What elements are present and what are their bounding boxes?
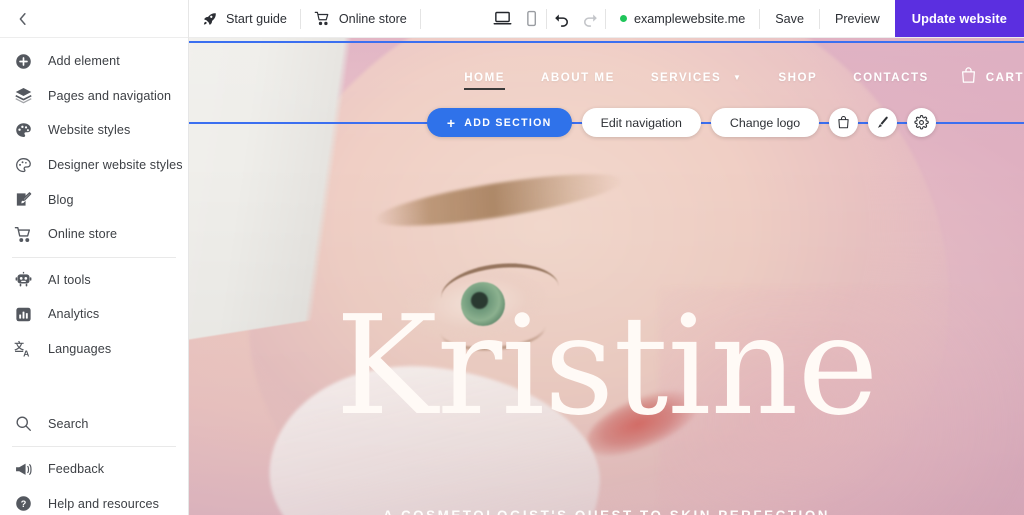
add-section-button[interactable]: + ADD SECTION: [426, 108, 572, 137]
chevron-down-icon: ▼: [732, 72, 743, 82]
edit-square-icon: [13, 189, 34, 210]
website-navigation: HOME ABOUT ME SERVICES ▼ SHOP CONTACTS C…: [189, 38, 1024, 116]
shopping-bag-icon: [959, 66, 978, 88]
start-guide-button[interactable]: Start guide: [189, 0, 300, 37]
domain-label: examplewebsite.me: [633, 11, 746, 26]
sidebar-item-designer-website-styles[interactable]: Designer website styles: [0, 148, 188, 183]
shopping-bag-icon: [836, 115, 851, 130]
sidebar-item-label: Pages and navigation: [48, 88, 172, 103]
nav-link-label: HOME: [464, 70, 505, 84]
plus-circle-icon: [13, 51, 34, 72]
cart-settings-button[interactable]: [829, 108, 859, 137]
edit-navigation-button[interactable]: Edit navigation: [581, 108, 701, 137]
nav-link-shop[interactable]: SHOP: [760, 65, 835, 90]
nav-link-label: SHOP: [778, 70, 818, 84]
redo-icon[interactable]: [576, 0, 605, 37]
style-brush-button[interactable]: [868, 108, 898, 137]
website-canvas[interactable]: HOME ABOUT ME SERVICES ▼ SHOP CONTACTS C…: [189, 38, 1024, 515]
help-circle-icon: ?: [13, 493, 34, 514]
gear-icon: [914, 115, 929, 130]
editor-toolbar: Start guide Online store examplewebsite.…: [189, 0, 1024, 38]
palette-filled-icon: [13, 120, 34, 141]
section-settings-button[interactable]: [907, 108, 937, 137]
sidebar-item-add-element[interactable]: Add element: [0, 44, 188, 79]
sidebar-menu: Add element Pages and navigation Website…: [0, 38, 188, 515]
search-icon: [13, 413, 34, 434]
undo-icon[interactable]: [547, 0, 576, 37]
svg-text:?: ?: [21, 499, 27, 509]
sidebar-item-label: Search: [48, 416, 89, 431]
online-store-button[interactable]: Online store: [301, 0, 420, 37]
sidebar-item-ai-tools[interactable]: AI tools: [0, 263, 188, 298]
save-button[interactable]: Save: [760, 0, 819, 37]
paint-brush-icon: [875, 115, 890, 130]
sidebar-item-label: Analytics: [48, 307, 100, 322]
sidebar-item-search[interactable]: Search: [0, 406, 188, 441]
desktop-view-icon[interactable]: [488, 0, 517, 37]
svg-text:A: A: [23, 348, 30, 358]
mobile-view-icon[interactable]: [517, 0, 546, 37]
nav-link-label: SERVICES: [650, 70, 722, 84]
sidebar-header: [0, 0, 188, 38]
editor-window: Add element Pages and navigation Website…: [0, 0, 1024, 515]
nav-cart-button[interactable]: CART: [947, 66, 1024, 88]
sidebar-item-online-store[interactable]: Online store: [0, 217, 188, 252]
sidebar-item-label: Designer website styles: [48, 158, 183, 173]
toolbar-divider: [419, 8, 421, 29]
start-guide-label: Start guide: [226, 11, 287, 26]
nav-link-about-me[interactable]: ABOUT ME: [523, 65, 633, 90]
sidebar-item-label: Blog: [48, 192, 74, 207]
layers-icon: [13, 85, 34, 106]
add-section-label: ADD SECTION: [464, 116, 552, 129]
hero-title[interactable]: Kristine: [189, 298, 1024, 435]
nav-link-label: ABOUT ME: [540, 70, 615, 84]
sidebar-item-label: Website styles: [48, 123, 131, 138]
status-dot-icon: [619, 15, 627, 22]
shopping-cart-icon: [314, 10, 331, 27]
sidebar-item-label: AI tools: [48, 272, 91, 287]
bar-chart-icon: [13, 304, 34, 325]
nav-link-contacts[interactable]: CONTACTS: [835, 65, 947, 90]
megaphone-icon: [13, 459, 34, 480]
hero-subtitle[interactable]: A COSMETOLOGIST'S QUEST TO SKIN PERFECTI…: [189, 508, 1024, 515]
palette-outline-icon: [13, 155, 34, 176]
sidebar-item-label: Online store: [48, 227, 118, 242]
section-guide-line-top: [189, 41, 1024, 43]
rocket-icon: [202, 11, 218, 27]
robot-icon: [13, 269, 34, 290]
shopping-cart-icon: [13, 224, 34, 245]
sidebar-item-blog[interactable]: Blog: [0, 182, 188, 217]
nav-link-label: CONTACTS: [853, 70, 929, 84]
section-toolbar: + ADD SECTION Edit navigation Change log…: [189, 108, 1024, 137]
nav-links: HOME ABOUT ME SERVICES ▼ SHOP CONTACTS C…: [446, 65, 1024, 90]
sidebar-divider: [12, 445, 176, 447]
plus-icon: +: [446, 114, 457, 131]
chevron-left-icon[interactable]: [14, 10, 32, 28]
nav-cart-label: CART: [985, 70, 1024, 84]
sidebar-item-label: Add element: [48, 54, 120, 69]
sidebar-item-languages[interactable]: 文A Languages: [0, 332, 188, 367]
online-store-label: Online store: [338, 11, 407, 26]
sidebar-item-feedback[interactable]: Feedback: [0, 452, 188, 487]
sidebar: Add element Pages and navigation Website…: [0, 0, 189, 515]
sidebar-item-help-and-resources[interactable]: ? Help and resources: [0, 487, 188, 515]
nav-link-home[interactable]: HOME: [446, 65, 523, 90]
sidebar-item-label: Help and resources: [48, 496, 160, 511]
sidebar-item-website-styles[interactable]: Website styles: [0, 113, 188, 148]
change-logo-button[interactable]: Change logo: [710, 108, 820, 137]
preview-button[interactable]: Preview: [820, 0, 895, 37]
sidebar-item-label: Feedback: [48, 462, 105, 477]
sidebar-divider: [12, 256, 176, 258]
domain-status[interactable]: examplewebsite.me: [606, 0, 759, 37]
update-website-button[interactable]: Update website: [894, 0, 1024, 37]
sidebar-item-analytics[interactable]: Analytics: [0, 297, 188, 332]
sidebar-item-label: Languages: [48, 342, 112, 357]
sidebar-item-pages-and-navigation[interactable]: Pages and navigation: [0, 79, 188, 114]
nav-link-services[interactable]: SERVICES ▼: [633, 65, 761, 90]
translate-icon: 文A: [13, 339, 34, 360]
